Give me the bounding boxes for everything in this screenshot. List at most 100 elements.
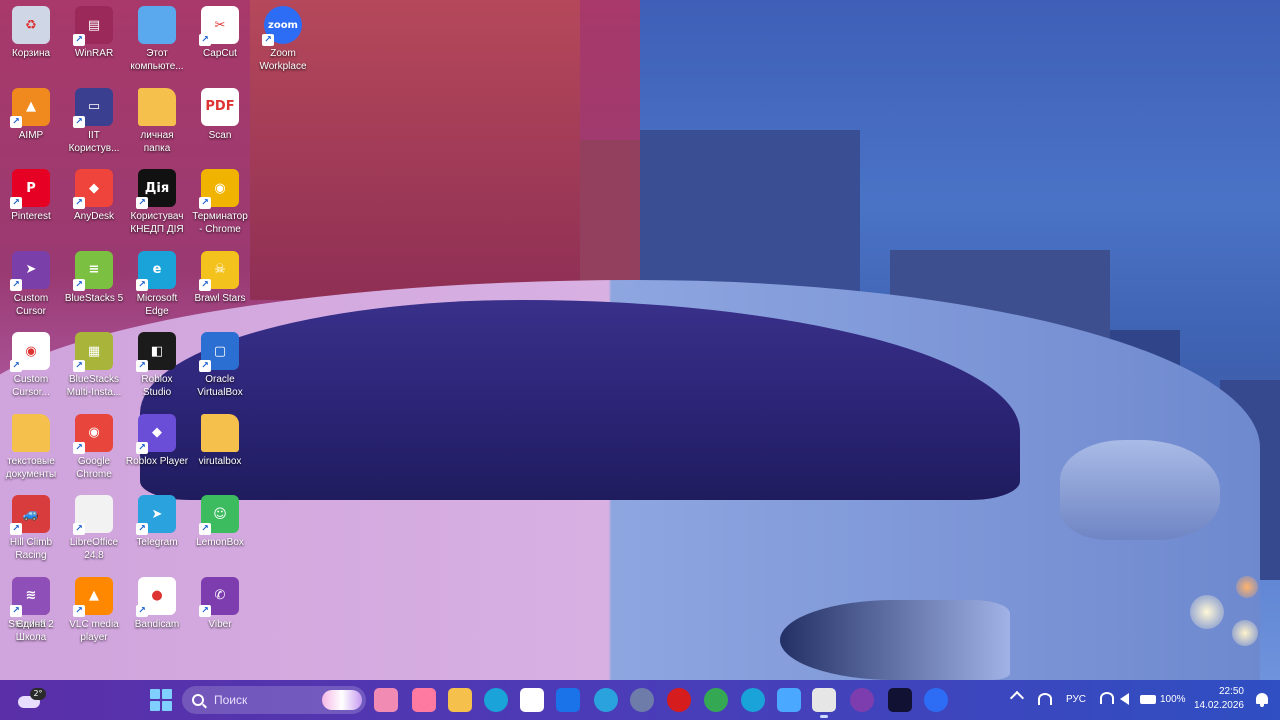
desktop-icon[interactable]: ✆ ↗ Viber [187,573,253,653]
desktop-icon-label: текстовые документы [5,455,57,480]
desktop-icon[interactable]: ▭ ↗ IIT Користув... [61,84,127,164]
shortcut-arrow-icon: ↗ [73,278,85,291]
desktop-icon-label: Scan [208,129,232,141]
desktop-icon-label: AnyDesk [73,211,114,222]
lemonbox-icon: ☺ ↗ [199,495,239,535]
shortcut-arrow-icon: ↗ [136,441,148,454]
desktop-icon[interactable]: ▤ ↗ WinRAR [61,2,127,82]
edyna-shkola-icon: ≋ ↗ [10,576,50,617]
shortcut-arrow-icon: ↗ [136,604,148,617]
desktop-icon[interactable]: P ↗ Pinterest [0,165,64,245]
desktop-icon[interactable]: ▲ ↗ VLC media player [61,573,127,653]
taskbar-app-outlook-icon[interactable] [556,688,580,712]
volume-icon[interactable] [1120,693,1129,705]
desktop-icon[interactable]: ◧ ↗ Roblox Studio [124,328,190,408]
roblox-player-icon: ◆ ↗ [136,413,176,454]
desktop-icon[interactable]: ≡ ↗ BlueStacks 5 [61,247,127,327]
desktop-icon-label: Roblox Studio [141,374,173,398]
desktop-icon[interactable]: Дія ↗ Користувач КНЕДП ДІЯ [124,165,190,245]
taskbar-search-box[interactable]: Поиск [182,686,366,714]
shortcut-arrow-icon: ↗ [199,34,211,46]
desktop-icon[interactable]: ✂ ↗ CapCut [187,2,253,82]
desktop-icon[interactable]: ♻ Корзина [0,2,64,82]
desktop-icon[interactable]: Этот компьюте... [124,2,190,82]
desktop-icon[interactable]: ◆ ↗ Roblox Player [124,410,190,490]
desktop-icon[interactable]: 🚙 ↗ Hill Climb Racing [0,491,64,571]
chrome-doc-icon: ◉ ↗ [10,332,50,372]
desktop-icon[interactable]: ● ↗ Bandicam [124,573,190,653]
network-off-icon[interactable] [1038,693,1052,705]
desktop-icon[interactable]: ◆ ↗ AnyDesk [61,165,127,245]
battery-icon[interactable] [1140,695,1156,704]
desktop-icon[interactable]: zoom ↗ Zoom Workplace [250,2,316,82]
desktop-icon-label: Custom Cursor... [12,374,50,398]
desktop-icon[interactable]: ➤ ↗ Custom Cursor [0,247,64,327]
desktop-icon[interactable]: личная папка [124,84,190,164]
desktop-icon[interactable]: ◉ ↗ Терминатор - Chrome [187,165,253,245]
battery-percent: 100% [1160,694,1186,705]
taskbar-app-task-view-icon[interactable] [374,688,398,712]
diia-icon: Дія ↗ [136,169,176,209]
shortcut-arrow-icon: ↗ [73,441,85,454]
taskbar-app-zoom-icon[interactable] [924,688,948,712]
wallpaper-building [580,140,640,300]
taskbar-app-settings-icon[interactable] [630,688,654,712]
desktop-icon-label: Roblox Player [125,455,189,467]
desktop-icon[interactable]: ☠ ↗ Brawl Stars [187,247,253,327]
taskbar-app-edge-icon[interactable] [484,688,508,712]
wifi-icon[interactable] [1100,692,1114,704]
capcut-icon: ✂ ↗ [199,6,239,46]
desktop-icon[interactable]: virutalbox [187,410,253,490]
taskbar-app-telegram-icon[interactable] [594,688,618,712]
desktop-icon-label: Користувач КНЕДП ДІЯ [130,211,184,235]
taskbar-app-onedrive-icon[interactable] [777,688,801,712]
desktop-icon[interactable]: ☺ ↗ LemonBox [187,491,253,571]
desktop-icon[interactable]: текстовые документы [0,410,64,490]
taskbar-app-custom-cursor-icon[interactable] [888,688,912,712]
desktop-icon[interactable]: ◉ ↗ Google Chrome [61,410,127,490]
desktop-icon[interactable]: ▦ ↗ BlueStacks Multi-Insta... [61,328,127,408]
taskbar-app-edge-dev-icon[interactable] [741,688,765,712]
desktop-icon[interactable]: PDF Scan [187,84,253,164]
folder-icon [138,87,176,126]
shortcut-arrow-icon: ↗ [10,115,22,128]
language-indicator[interactable]: РУС [1066,694,1086,705]
folder-icon [201,413,239,452]
taskbar-app-viber-icon[interactable] [850,688,874,712]
desktop-icon[interactable]: ▲ ↗ AIMP [0,84,64,164]
taskbar-app-file-explorer-icon[interactable] [448,688,472,712]
taskbar-app-copilot-icon[interactable] [412,688,436,712]
taskbar-app-microsoft-store-icon[interactable] [520,688,544,712]
desktop-icon-label: Єдина Школа [15,618,47,643]
shortcut-arrow-icon: ↗ [73,523,85,535]
folder-icon [12,413,50,452]
desktop-icon[interactable]: ➤ ↗ Telegram [124,491,190,571]
desktop-icon[interactable]: ▢ ↗ Oracle VirtualBox [187,328,253,408]
desktop-icon[interactable]: ↗ LibreOffice 24.8 [61,491,127,571]
desktop-icon[interactable]: ≋ ↗ Єдина Школа [0,573,64,653]
wallpaper-car-mirror [1060,440,1220,540]
chevron-up-icon[interactable] [1009,690,1025,706]
taskbar-app-notepad-icon[interactable] [812,688,836,718]
desktop-icon-label: Этот компьюте... [130,48,184,72]
search-icon [192,694,204,706]
weather-widget[interactable]: 2° [14,686,48,714]
desktop-icon[interactable]: e ↗ Microsoft Edge [124,247,190,327]
taskbar-app-bandicam-icon[interactable] [667,688,691,712]
bandicam-icon: ● ↗ [136,576,176,617]
desktop-icon-label: CapCut [203,48,237,59]
desktop-icon-label: Hill Climb Racing [9,537,53,561]
bluestacks-icon: ≡ ↗ [73,250,113,291]
shortcut-arrow-icon: ↗ [136,197,148,209]
bluestacks-multi-icon: ▦ ↗ [73,332,113,372]
start-button[interactable] [150,689,172,711]
vlc-icon: ▲ ↗ [73,576,113,617]
clock[interactable]: 22:50 14.02.2026 [1194,685,1244,713]
notification-bell-icon[interactable] [1256,693,1268,707]
shortcut-arrow-icon: ↗ [10,278,22,291]
shortcut-arrow-icon: ↗ [73,360,85,372]
desktop-icon[interactable]: ◉ ↗ Custom Cursor... [0,328,64,408]
taskbar-app-chrome-icon[interactable] [704,688,728,712]
viber-icon: ✆ ↗ [199,576,239,617]
custom-cursor-icon: ➤ ↗ [10,250,50,291]
